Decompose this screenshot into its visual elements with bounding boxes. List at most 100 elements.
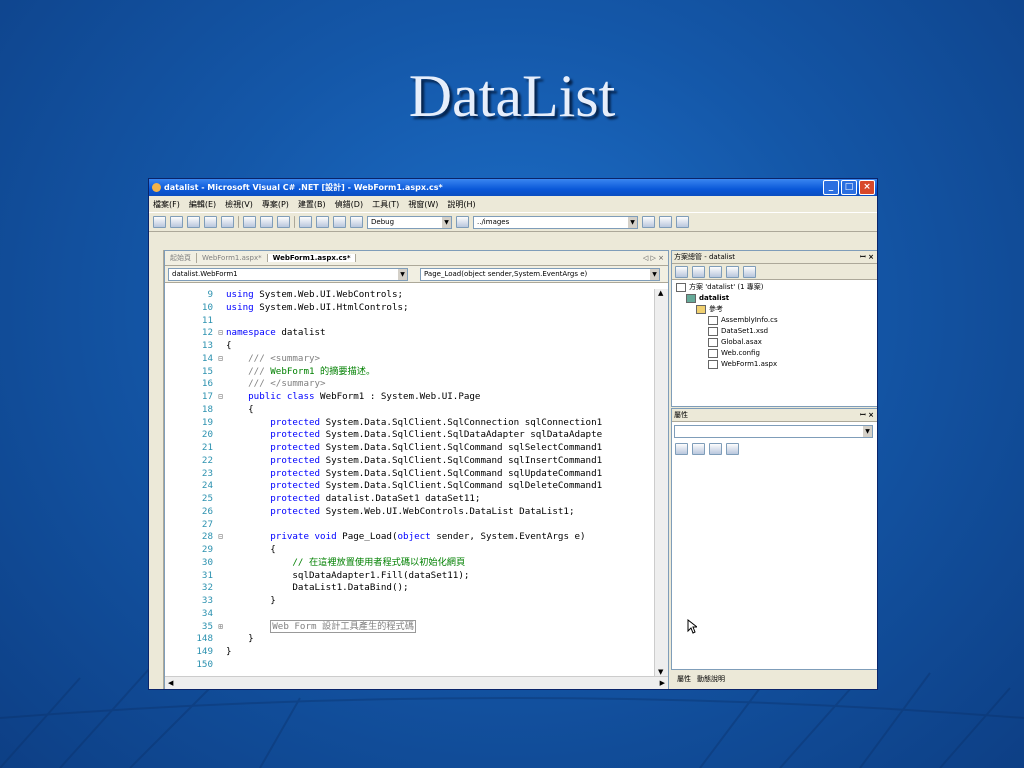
code-line[interactable]: 148 }: [165, 633, 654, 646]
chevron-down-icon[interactable]: ▼: [398, 268, 407, 280]
menu-edit[interactable]: 編輯(E): [189, 199, 216, 210]
fold-marker[interactable]: ⊞: [215, 621, 226, 634]
class-combo[interactable]: datalist.WebForm1 ▼: [168, 267, 408, 281]
minimize-button[interactable]: _: [823, 180, 839, 195]
redo-icon[interactable]: [316, 216, 329, 228]
menu-debug[interactable]: 偵錯(D): [335, 199, 363, 210]
fold-marker[interactable]: ⊟: [215, 391, 226, 404]
fold-marker[interactable]: ⊟: [215, 327, 226, 340]
menu-project[interactable]: 專案(P): [262, 199, 289, 210]
chevron-down-icon[interactable]: ▼: [628, 216, 637, 228]
tab-webform-code[interactable]: WebForm1.aspx.cs*: [267, 254, 357, 262]
scroll-left-icon[interactable]: ◀: [168, 679, 173, 687]
code-line[interactable]: 24 protected System.Data.SqlClient.SqlCo…: [165, 480, 654, 493]
close-icon[interactable]: ꟷ ×: [860, 251, 877, 263]
code-line[interactable]: 30 // 在這裡放置使用者程式碼以初始化網頁: [165, 557, 654, 570]
tree-item-file[interactable]: DataSet1.xsd: [676, 326, 877, 337]
close-button[interactable]: ×: [859, 180, 875, 195]
start-icon[interactable]: [350, 216, 363, 228]
undo-icon[interactable]: [299, 216, 312, 228]
find-icon[interactable]: [456, 216, 469, 228]
maximize-button[interactable]: □: [841, 180, 857, 195]
tab-start-page[interactable]: 起始頁: [165, 253, 197, 263]
code-line[interactable]: 31 sqlDataAdapter1.Fill(dataSet11);: [165, 570, 654, 583]
code-line[interactable]: 13 {: [165, 340, 654, 353]
code-line[interactable]: 34: [165, 608, 654, 621]
code-line[interactable]: 28 ⊟ private void Page_Load(object sender…: [165, 531, 654, 544]
scroll-down-icon[interactable]: ▼: [658, 668, 663, 676]
save-all-icon[interactable]: [221, 216, 234, 228]
path-combo[interactable]: ../images ▼: [473, 215, 638, 229]
toolbox-strip[interactable]: [149, 250, 164, 689]
tree-item-references[interactable]: 參考: [676, 304, 877, 315]
code-line[interactable]: 22 protected System.Data.SqlClient.SqlCo…: [165, 455, 654, 468]
code-line[interactable]: 11: [165, 315, 654, 328]
properties-icon[interactable]: [659, 216, 672, 228]
code-line[interactable]: 18 {: [165, 404, 654, 417]
show-all-icon[interactable]: [726, 265, 739, 278]
code-line[interactable]: 14 ⊟ /// <summary>: [165, 353, 654, 366]
property-pages-icon[interactable]: [726, 442, 739, 455]
code-line[interactable]: 23 protected System.Data.SqlClient.SqlCo…: [165, 468, 654, 481]
fold-marker[interactable]: ⊟: [215, 531, 226, 544]
menu-build[interactable]: 建置(B): [298, 199, 326, 210]
code-line[interactable]: 17 ⊟ public class WebForm1 : System.Web.U…: [165, 391, 654, 404]
code-line[interactable]: 32 DataList1.DataBind();: [165, 582, 654, 595]
copy-icon[interactable]: [260, 216, 273, 228]
chevron-down-icon[interactable]: ▼: [650, 268, 659, 280]
menu-view[interactable]: 檢視(V): [225, 199, 253, 210]
tree-item-project[interactable]: datalist: [676, 293, 877, 304]
add-item-icon[interactable]: [170, 216, 183, 228]
code-line[interactable]: 27: [165, 519, 654, 532]
code-line[interactable]: 9 using System.Web.UI.WebControls;: [165, 289, 654, 302]
chevron-down-icon[interactable]: ▼: [442, 216, 451, 228]
code-line[interactable]: 21 protected System.Data.SqlClient.SqlCo…: [165, 442, 654, 455]
code-line[interactable]: 29 {: [165, 544, 654, 557]
scroll-up-icon[interactable]: ▲: [658, 289, 663, 297]
chevron-down-icon[interactable]: ▼: [863, 426, 872, 437]
code-line[interactable]: 150: [165, 659, 654, 672]
code-line[interactable]: 12 ⊟ namespace datalist: [165, 327, 654, 340]
tab-properties[interactable]: 屬性: [677, 674, 691, 684]
refresh-icon[interactable]: [709, 265, 722, 278]
categorized-icon[interactable]: [675, 442, 688, 455]
code-line[interactable]: 10 using System.Web.UI.HtmlControls;: [165, 302, 654, 315]
object-selector[interactable]: ▼: [674, 425, 873, 438]
new-project-icon[interactable]: [153, 216, 166, 228]
tree-item-file[interactable]: Web.config: [676, 348, 877, 359]
member-combo[interactable]: Page_Load(object sender,System.EventArgs…: [420, 267, 660, 281]
window-titlebar[interactable]: datalist - Microsoft Visual C# .NET [設計]…: [149, 179, 877, 196]
fold-marker[interactable]: ⊟: [215, 353, 226, 366]
code-line[interactable]: 25 protected datalist.DataSet1 dataSet11…: [165, 493, 654, 506]
view-code-icon[interactable]: [675, 265, 688, 278]
tab-navigation[interactable]: ◁ ▷ ×: [643, 254, 668, 262]
close-icon[interactable]: ꟷ ×: [860, 409, 877, 421]
tree-item-solution[interactable]: 方案 'datalist' (1 專案): [676, 282, 877, 293]
code-line[interactable]: 33 }: [165, 595, 654, 608]
tree-item-file[interactable]: WebForm1.aspx: [676, 359, 877, 370]
tree-item-file[interactable]: AssemblyInfo.cs: [676, 315, 877, 326]
paste-icon[interactable]: [277, 216, 290, 228]
menu-tools[interactable]: 工具(T): [372, 199, 399, 210]
tab-webform-design[interactable]: WebForm1.aspx*: [197, 254, 268, 262]
horizontal-scrollbar[interactable]: ◀ ▶: [165, 676, 668, 689]
view-designer-icon[interactable]: [692, 265, 705, 278]
properties-icon[interactable]: [743, 265, 756, 278]
solution-explorer-icon[interactable]: [642, 216, 655, 228]
alphabetical-icon[interactable]: [692, 442, 705, 455]
code-line[interactable]: 20 protected System.Data.SqlClient.SqlDa…: [165, 429, 654, 442]
tab-dynamic-help[interactable]: 動態說明: [697, 674, 725, 684]
navigate-icon[interactable]: [333, 216, 346, 228]
cut-icon[interactable]: [243, 216, 256, 228]
save-icon[interactable]: [204, 216, 217, 228]
code-area[interactable]: 9 using System.Web.UI.WebControls; 10 using…: [165, 289, 654, 676]
config-combo[interactable]: Debug ▼: [367, 215, 452, 229]
toolbox-icon[interactable]: [676, 216, 689, 228]
code-line[interactable]: 26 protected System.Web.UI.WebControls.D…: [165, 506, 654, 519]
menu-help[interactable]: 說明(H): [447, 199, 475, 210]
tree-item-file[interactable]: Global.asax: [676, 337, 877, 348]
code-line[interactable]: 149}: [165, 646, 654, 659]
properties-view-icon[interactable]: [709, 442, 722, 455]
vertical-scrollbar[interactable]: ▲ ▼: [654, 289, 668, 676]
open-icon[interactable]: [187, 216, 200, 228]
